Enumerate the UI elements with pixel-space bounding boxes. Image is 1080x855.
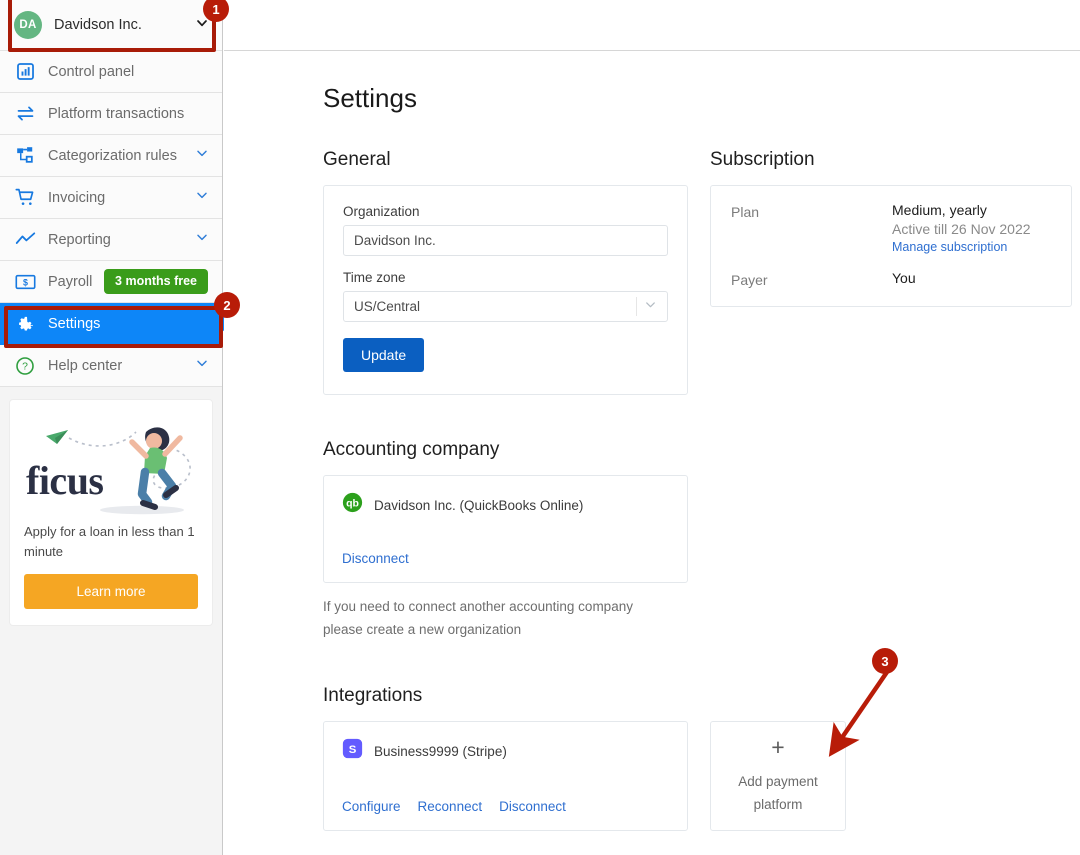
settings-page: Settings General Organization Time zone	[224, 51, 1080, 831]
add-label-line2: platform	[753, 797, 803, 812]
topbar	[224, 0, 1080, 51]
sidebar-item-label: Settings	[48, 315, 101, 332]
sidebar-item-label: Platform transactions	[48, 105, 185, 122]
select-separator	[636, 297, 637, 316]
chevron-down-icon[interactable]	[194, 229, 210, 250]
accounting-card: qb Davidson Inc. (QuickBooks Online) Dis…	[323, 475, 688, 583]
subscription-card: Plan Medium, yearly Active till 26 Nov 2…	[710, 185, 1072, 307]
chevron-down-icon[interactable]	[194, 187, 210, 208]
integrations-heading: Integrations	[323, 685, 423, 706]
integration-name: Business9999 (Stripe)	[374, 743, 507, 759]
subscription-section: Subscription Plan Medium, yearly Active …	[710, 149, 1072, 395]
integration-card-stripe: S Business9999 (Stripe) Configure Reconn…	[323, 721, 688, 831]
sidebar-item-label: Payroll	[48, 273, 93, 290]
payer-value: You	[892, 270, 916, 286]
sidebar-item-label: Invoicing	[48, 189, 106, 206]
integrations-list: S Business9999 (Stripe) Configure Reconn…	[323, 721, 1080, 831]
chevron-down-icon[interactable]	[194, 145, 210, 166]
accounting-company-name: Davidson Inc. (QuickBooks Online)	[374, 497, 584, 513]
sidebar-item-label: Categorization rules	[48, 147, 177, 164]
subscription-heading: Subscription	[710, 149, 815, 170]
svg-text:qb: qb	[346, 498, 359, 510]
general-card: Organization Time zone Update	[323, 185, 688, 395]
sidebar-item-payroll[interactable]: $ Payroll 3 months free	[0, 261, 222, 303]
plan-row: Plan Medium, yearly Active till 26 Nov 2…	[731, 202, 1051, 256]
sidebar-item-settings[interactable]: Settings	[0, 303, 231, 345]
update-button[interactable]: Update	[343, 338, 425, 372]
accounting-company-row: qb Davidson Inc. (QuickBooks Online)	[342, 492, 669, 518]
plan-details: Medium, yearly Active till 26 Nov 2022 M…	[892, 202, 1031, 256]
org-selector[interactable]: DA Davidson Inc.	[0, 0, 222, 51]
promo-illustration: ficus	[24, 412, 198, 520]
settings-top-columns: General Organization Time zone Update	[323, 149, 1080, 395]
learn-more-button[interactable]: Learn more	[24, 574, 198, 609]
main-content: Settings General Organization Time zone	[224, 0, 1080, 855]
sidebar-item-label: Help center	[48, 357, 123, 374]
add-payment-platform-card[interactable]: + Add payment platform	[710, 721, 846, 831]
money-note-icon: $	[14, 271, 36, 293]
chart-bar-icon	[14, 61, 36, 83]
line-chart-icon	[14, 229, 36, 251]
integration-row: S Business9999 (Stripe)	[342, 738, 669, 764]
svg-text:?: ?	[22, 361, 28, 372]
accounting-company-section: Accounting company qb Davidson Inc. (Qui…	[323, 439, 688, 641]
payer-label: Payer	[731, 272, 768, 288]
sidebar-item-help-center[interactable]: ? Help center	[0, 345, 222, 387]
gear-icon	[14, 313, 36, 335]
accounting-note: If you need to connect another accountin…	[323, 599, 633, 637]
plan-active-till: Active till 26 Nov 2022	[892, 221, 1031, 237]
promo-card: ficus Apply for a loan in less than 1 mi…	[10, 400, 212, 625]
timezone-value[interactable]	[343, 291, 668, 322]
timezone-label: Time zone	[343, 270, 406, 285]
integrations-section: Integrations S Business9999 (Stripe) Con…	[323, 685, 1080, 831]
sidebar-item-label: Control panel	[48, 63, 135, 80]
org-name: Davidson Inc.	[54, 17, 142, 33]
organization-input[interactable]	[343, 225, 668, 256]
promo-logo: ficus	[26, 458, 104, 503]
add-payment-platform-label: Add payment platform	[738, 770, 818, 816]
timezone-select[interactable]	[343, 291, 668, 322]
stripe-icon: S	[342, 738, 363, 764]
integration-reconnect-link[interactable]: Reconnect	[418, 799, 483, 814]
integration-links: Configure Reconnect Disconnect	[342, 799, 669, 814]
sidebar-item-platform-transactions[interactable]: Platform transactions	[0, 93, 222, 135]
sitemap-icon	[14, 145, 36, 167]
general-heading: General	[323, 149, 391, 170]
app-root: DA Davidson Inc. Control panel Platform …	[0, 0, 1080, 855]
organization-label: Organization	[343, 204, 420, 219]
shopping-cart-icon	[14, 187, 36, 209]
question-circle-icon: ?	[14, 355, 36, 377]
svg-text:$: $	[23, 277, 28, 287]
avatar: DA	[14, 11, 42, 39]
accounting-disconnect-link[interactable]: Disconnect	[342, 551, 669, 566]
sidebar-item-categorization-rules[interactable]: Categorization rules	[0, 135, 222, 177]
sidebar-item-reporting[interactable]: Reporting	[0, 219, 222, 261]
transfer-arrows-icon	[14, 103, 36, 125]
chevron-down-icon[interactable]	[194, 355, 210, 376]
payroll-promo-badge[interactable]: 3 months free	[104, 269, 208, 294]
payer-row: Payer You	[731, 270, 1051, 288]
manage-subscription-link[interactable]: Manage subscription	[892, 240, 1007, 254]
promo-text: Apply for a loan in less than 1 minute	[24, 524, 195, 559]
add-label-line1: Add payment	[738, 774, 818, 789]
svg-text:S: S	[349, 744, 357, 756]
page-title: Settings	[323, 83, 417, 113]
sidebar-item-invoicing[interactable]: Invoicing	[0, 177, 222, 219]
integration-disconnect-link[interactable]: Disconnect	[499, 799, 566, 814]
quickbooks-icon: qb	[342, 492, 363, 518]
accounting-heading: Accounting company	[323, 439, 500, 460]
chevron-down-icon	[194, 15, 210, 36]
plan-value: Medium, yearly	[892, 202, 987, 218]
plan-label: Plan	[731, 204, 760, 220]
plus-icon: +	[771, 734, 785, 760]
sidebar: DA Davidson Inc. Control panel Platform …	[0, 0, 231, 855]
general-section: General Organization Time zone Update	[323, 149, 688, 395]
sidebar-item-label: Reporting	[48, 231, 111, 248]
sidebar-item-control-panel[interactable]: Control panel	[0, 51, 222, 93]
integration-configure-link[interactable]: Configure	[342, 799, 401, 814]
